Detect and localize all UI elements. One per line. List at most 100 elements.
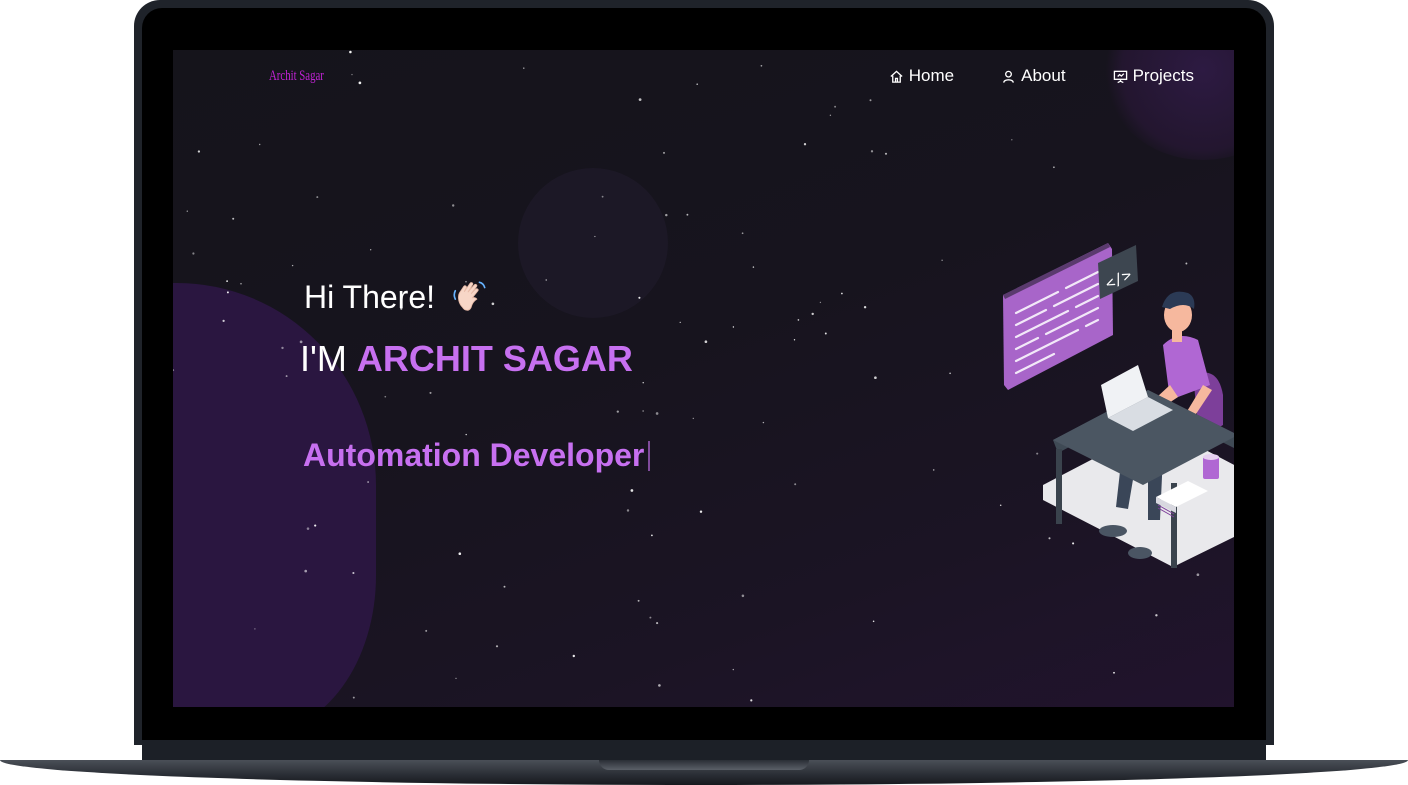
star — [349, 50, 352, 54]
star — [352, 571, 355, 575]
star — [523, 67, 525, 69]
star — [824, 332, 827, 335]
star — [686, 213, 689, 216]
star — [285, 375, 288, 378]
star — [794, 483, 797, 486]
site-logo[interactable]: Archit Sagar — [269, 68, 324, 85]
star — [186, 210, 188, 212]
nav-home-label: Home — [908, 66, 955, 85]
home-icon — [890, 69, 903, 83]
star — [649, 616, 652, 619]
star — [699, 510, 703, 513]
star — [314, 524, 317, 527]
star — [1155, 614, 1158, 617]
hero-name: ARCHIT SAGAR — [356, 338, 633, 379]
star — [306, 527, 310, 530]
star — [732, 326, 735, 328]
star — [870, 150, 874, 153]
navbar: Home About Projects — [889, 66, 1194, 86]
star — [630, 489, 634, 492]
star — [642, 382, 644, 384]
star — [254, 628, 256, 630]
star — [869, 99, 872, 102]
hero-name-line: I'M ARCHIT SAGAR — [300, 338, 633, 380]
star — [1011, 139, 1013, 141]
star — [173, 369, 175, 372]
star — [503, 585, 506, 588]
star — [304, 569, 308, 573]
developer-illustration: </> — [1003, 243, 1234, 568]
star — [741, 232, 744, 235]
star — [637, 599, 640, 602]
star — [495, 645, 499, 648]
star — [601, 195, 604, 198]
star — [384, 395, 387, 398]
star — [638, 296, 641, 299]
nav-projects[interactable]: Projects — [1113, 66, 1194, 86]
star — [455, 677, 457, 680]
star — [696, 83, 699, 86]
star — [732, 668, 734, 671]
star — [679, 321, 681, 324]
nav-about[interactable]: About — [1001, 66, 1066, 86]
star — [316, 196, 319, 199]
star — [258, 143, 261, 146]
star — [834, 105, 837, 108]
intro-prefix: I'M — [300, 338, 357, 379]
star — [797, 319, 800, 321]
star — [829, 114, 832, 116]
hero-greeting: Hi There! — [304, 276, 491, 318]
star — [465, 433, 467, 436]
star — [692, 417, 694, 420]
star — [793, 339, 796, 341]
star — [367, 481, 369, 483]
nav-projects-label: Projects — [1132, 66, 1194, 85]
star — [572, 654, 575, 658]
star — [811, 312, 814, 316]
star — [941, 259, 943, 261]
star — [762, 421, 765, 424]
waving-hand-icon — [453, 281, 486, 311]
star — [884, 152, 888, 155]
star — [841, 292, 843, 295]
nav-about-label: About — [1021, 66, 1066, 85]
star — [803, 143, 807, 146]
star — [750, 699, 753, 702]
star — [874, 376, 877, 380]
star — [819, 301, 822, 304]
nav-home[interactable]: Home — [889, 66, 954, 86]
star — [663, 151, 665, 154]
star — [760, 64, 763, 67]
star — [226, 291, 229, 294]
star — [197, 150, 201, 153]
star — [429, 391, 432, 394]
star — [872, 620, 875, 623]
typewriter-text: Automation Developer — [303, 437, 645, 473]
presentation-icon — [1113, 70, 1127, 83]
star — [651, 534, 653, 537]
star — [226, 280, 228, 282]
star — [752, 266, 755, 268]
star — [352, 696, 355, 699]
star — [458, 552, 462, 555]
laptop-notch — [599, 760, 809, 770]
user-icon — [1003, 70, 1014, 83]
website-screen: Archit Sagar Home About Projects Hi Ther… — [173, 50, 1234, 707]
star — [741, 594, 745, 598]
greeting-text: Hi There! — [304, 278, 436, 315]
star — [425, 629, 428, 632]
star — [291, 264, 294, 267]
star — [351, 73, 353, 76]
star — [452, 204, 455, 207]
star — [656, 622, 659, 625]
typing-cursor — [648, 440, 651, 471]
star — [665, 213, 668, 217]
star — [594, 235, 596, 238]
star — [240, 282, 242, 285]
star — [1113, 671, 1115, 674]
star — [704, 340, 708, 344]
star — [491, 302, 495, 306]
star — [658, 684, 661, 687]
star — [616, 410, 619, 413]
star — [1053, 166, 1055, 169]
